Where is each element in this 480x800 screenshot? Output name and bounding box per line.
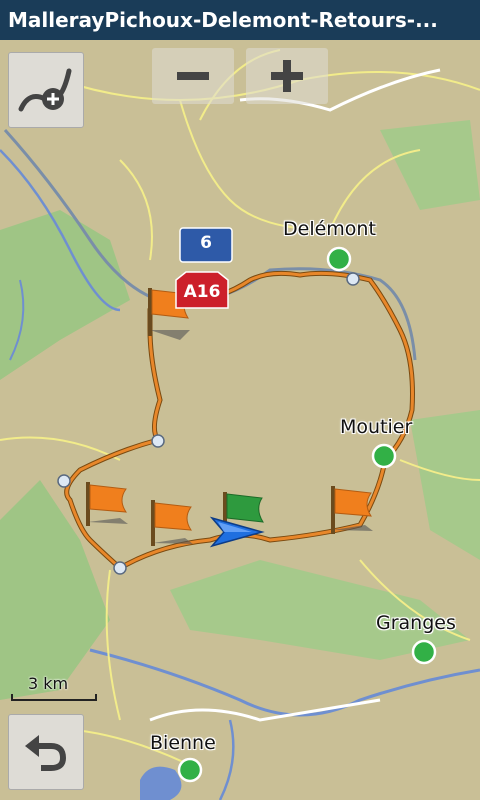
route-add-icon (18, 68, 72, 112)
zoom-out-button[interactable] (152, 48, 234, 104)
lake (140, 766, 182, 800)
city-label-granges: Granges (376, 612, 456, 634)
route-title: MallerayPichoux-Delemont-Retours-... (0, 0, 480, 40)
route-shaping-point (57, 474, 71, 488)
city-marker-icon (177, 757, 203, 783)
road-shield-label: A16 (183, 282, 221, 302)
minus-icon (177, 72, 209, 80)
route-shaping-point (346, 272, 360, 286)
plus-icon (271, 60, 303, 92)
city-label-moutier: Moutier (340, 416, 413, 438)
route-edit-button[interactable] (8, 52, 84, 128)
road-shield-label: 6 (200, 233, 212, 253)
route-shaping-point (113, 561, 127, 575)
route-shaping-point (151, 434, 165, 448)
city-marker-icon (411, 639, 437, 665)
city-label-delemont: Delémont (283, 218, 376, 240)
city-marker-icon (326, 246, 352, 272)
city-marker-icon (371, 443, 397, 469)
zoom-in-button[interactable] (246, 48, 328, 104)
back-button[interactable] (8, 714, 84, 790)
back-arrow-icon (25, 735, 67, 771)
scale-label: 3 km (28, 674, 69, 693)
city-label-bienne: Bienne (150, 732, 216, 754)
